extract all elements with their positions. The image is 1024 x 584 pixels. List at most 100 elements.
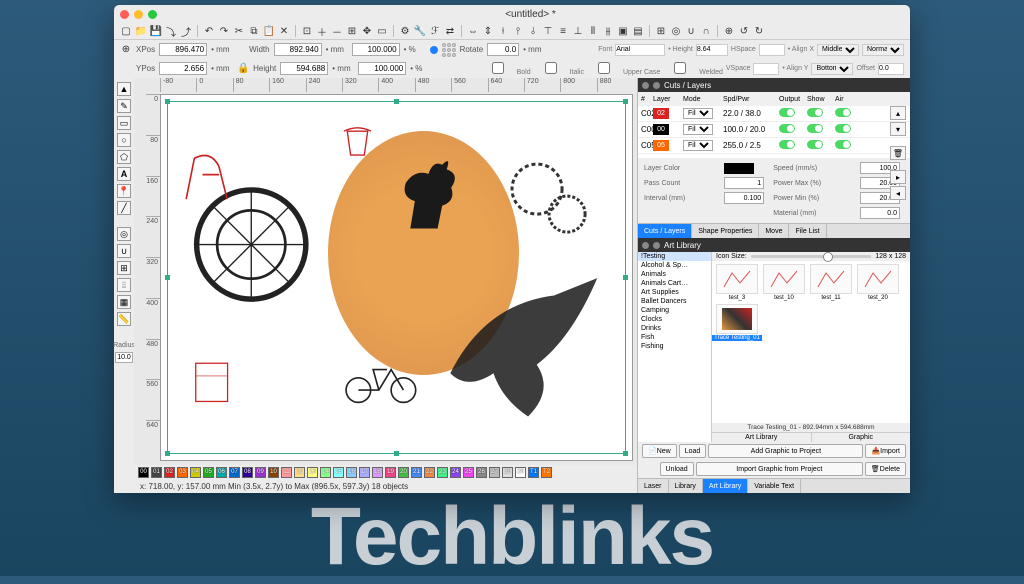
zoom-sel-icon[interactable]: ⊞ <box>346 25 358 37</box>
graphic-tab[interactable]: Graphic <box>812 433 911 442</box>
align-middle-icon[interactable]: ≡ <box>557 25 569 37</box>
layer-row[interactable]: C05 05 Fill 255.0 / 2.5 <box>638 138 910 154</box>
bold-check[interactable]: Bold <box>481 62 531 76</box>
color-swatch-08[interactable]: 08 <box>242 467 253 478</box>
icon-size-slider[interactable] <box>751 255 872 258</box>
color-swatch-26[interactable]: 26 <box>476 467 487 478</box>
zoom-in-icon[interactable]: ＋ <box>316 25 328 37</box>
upper-check[interactable]: Upper Case <box>587 62 660 76</box>
color-swatch-21[interactable]: 21 <box>411 467 422 478</box>
boolean-icon[interactable]: ∩ <box>700 25 712 37</box>
delete-icon[interactable]: ✕ <box>278 25 290 37</box>
maximize-button[interactable] <box>148 10 157 19</box>
measure-tool[interactable]: 📏 <box>117 312 131 326</box>
pan-icon[interactable]: ✥ <box>361 25 373 37</box>
polygon-tool[interactable]: ⬠ <box>117 150 131 164</box>
cut-icon[interactable]: ✂ <box>233 25 245 37</box>
category-item[interactable]: Drinks <box>638 324 711 333</box>
collapse-icon[interactable] <box>642 242 649 249</box>
color-swatch-17[interactable]: 17 <box>359 467 370 478</box>
category-item[interactable]: Alcohol & Sp… <box>638 261 711 270</box>
thumbnail-item[interactable]: Trace Testing_01 <box>715 304 759 341</box>
line-tool[interactable]: ╱ <box>117 201 131 215</box>
text-tool[interactable]: A <box>117 167 131 181</box>
color-swatch-16[interactable]: 16 <box>346 467 357 478</box>
color-swatch-20[interactable]: 20 <box>398 467 409 478</box>
category-item[interactable]: Fish <box>638 333 711 342</box>
rotate-left-icon[interactable]: ↺ <box>738 25 750 37</box>
category-item[interactable]: Camping <box>638 306 711 315</box>
width-pct-input[interactable] <box>352 43 400 56</box>
color-swatch-18[interactable]: 18 <box>372 467 383 478</box>
color-swatch-15[interactable]: 15 <box>333 467 344 478</box>
panel-tab[interactable]: Move <box>759 224 789 238</box>
collapse-icon[interactable] <box>642 82 649 89</box>
array-icon[interactable]: ⊞ <box>655 25 667 37</box>
bottom-tab[interactable]: Library <box>669 479 703 493</box>
italic-check[interactable]: Italic <box>534 62 584 76</box>
width-input[interactable] <box>274 43 322 56</box>
anchor-grid[interactable] <box>442 43 456 57</box>
minimize-button[interactable] <box>134 10 143 19</box>
new-file-icon[interactable]: ▢ <box>120 25 132 37</box>
weld-tool[interactable]: ∪ <box>117 244 131 258</box>
layer-left-button[interactable]: ◂ <box>890 186 906 200</box>
grid-tool[interactable]: ▦ <box>117 295 131 309</box>
color-swatch-11[interactable]: 11 <box>281 467 292 478</box>
align-bottom-icon[interactable]: ⊥ <box>572 25 584 37</box>
height-pct-input[interactable] <box>358 62 406 75</box>
artlib-tab[interactable]: Art Library <box>712 433 812 442</box>
undo-icon[interactable]: ↶ <box>203 25 215 37</box>
rotate-input[interactable] <box>487 43 519 56</box>
color-swatch-27[interactable]: 27 <box>489 467 500 478</box>
thumbnail-item[interactable]: test_10 <box>762 264 806 301</box>
layer-down-button[interactable]: ▾ <box>890 122 906 136</box>
origin-icon[interactable]: ⊕ <box>120 44 132 56</box>
distribute-h-icon[interactable]: ⫴ <box>587 25 599 37</box>
paste-icon[interactable]: 📋 <box>263 25 275 37</box>
material-input[interactable] <box>860 207 900 219</box>
offset-icon[interactable]: ◎ <box>670 25 682 37</box>
offset-tool[interactable]: ◎ <box>117 227 131 241</box>
align-top-icon[interactable]: ⊤ <box>542 25 554 37</box>
color-swatch-07[interactable]: 07 <box>229 467 240 478</box>
interval-input[interactable] <box>724 192 764 204</box>
category-item[interactable]: Animals Cart… <box>638 279 711 288</box>
thumbnail-item[interactable]: test_3 <box>715 264 759 301</box>
mirror-v-icon[interactable]: ⇕ <box>482 25 494 37</box>
save-icon[interactable]: 💾 <box>150 25 162 37</box>
cuts-layers-header[interactable]: Cuts / Layers <box>638 78 910 92</box>
welded-check[interactable]: Welded <box>663 62 723 76</box>
trace-tool[interactable]: ⊞ <box>117 261 131 275</box>
vspace-input[interactable] <box>753 63 779 75</box>
color-swatch-13[interactable]: 13 <box>307 467 318 478</box>
close-button[interactable] <box>120 10 129 19</box>
color-swatch-24[interactable]: 24 <box>450 467 461 478</box>
color-swatch-12[interactable]: 12 <box>294 467 305 478</box>
redo-icon[interactable]: ↷ <box>218 25 230 37</box>
move-center-icon[interactable]: ⊕ <box>723 25 735 37</box>
category-item[interactable]: Ballet Dancers <box>638 297 711 306</box>
nodes-tool[interactable]: ✎ <box>117 99 131 113</box>
color-swatch-01[interactable]: 01 <box>151 467 162 478</box>
zoom-out-icon[interactable]: － <box>331 25 343 37</box>
color-swatch-14[interactable]: 14 <box>320 467 331 478</box>
category-item[interactable]: Art Supplies <box>638 288 711 297</box>
marker-tool[interactable]: 📍 <box>117 184 131 198</box>
category-list[interactable]: !TestingAlcohol & Sp…AnimalsAnimals Cart… <box>638 252 712 442</box>
text-tool-icon[interactable]: ℱ <box>429 25 441 37</box>
selection-box[interactable] <box>167 101 626 454</box>
layer-right-button[interactable]: ▸ <box>890 170 906 184</box>
xpos-input[interactable] <box>159 43 207 56</box>
layer-up-button[interactable]: ▴ <box>890 106 906 120</box>
color-swatch-T1[interactable]: T1 <box>528 467 539 478</box>
color-swatch-09[interactable]: 09 <box>255 467 266 478</box>
aligny-select[interactable]: Bottom <box>811 63 853 75</box>
align-left-icon[interactable]: ⫮ <box>497 25 509 37</box>
layer-delete-button[interactable]: 🗑 <box>890 146 906 160</box>
category-item[interactable]: Fishing <box>638 342 711 351</box>
distribute-v-icon[interactable]: ⫵ <box>602 25 614 37</box>
style-select[interactable]: Normal <box>862 44 904 56</box>
canvas[interactable] <box>160 94 633 461</box>
import-icon[interactable]: ⤵ <box>165 25 177 37</box>
